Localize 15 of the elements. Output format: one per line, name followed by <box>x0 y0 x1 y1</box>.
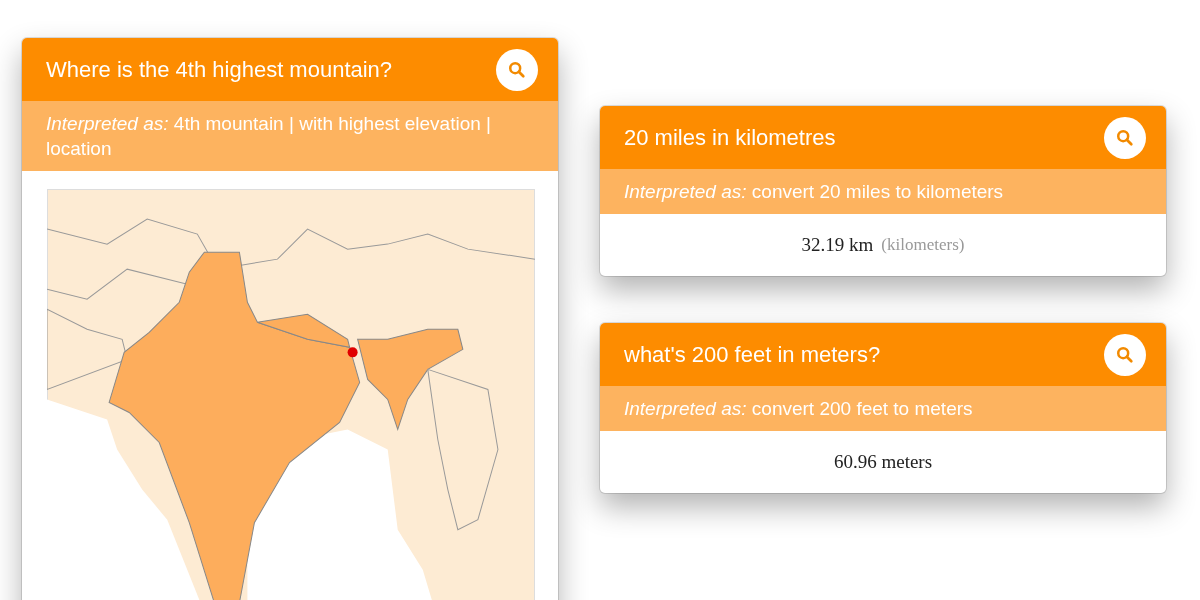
interpretation-text: Interpreted as: convert 200 feet to meters <box>624 398 973 419</box>
search-icon <box>508 60 526 79</box>
search-icon <box>1116 128 1134 147</box>
query-text: what's 200 feet in meters? <box>624 341 881 368</box>
search-button[interactable] <box>1104 116 1146 159</box>
interpretation-text: Interpreted as: convert 20 miles to kilometers <box>624 181 1004 202</box>
result-value: 60.96 meters <box>833 451 933 473</box>
query-text: Where is the 4th highest mountain? <box>46 56 393 83</box>
query-text: 20 miles in kilometres <box>624 124 836 151</box>
search-button[interactable] <box>496 48 538 91</box>
search-button[interactable] <box>1104 333 1146 376</box>
result-value: 32.19 km <box>801 234 874 256</box>
unit-note: (kilometers) <box>881 235 965 255</box>
search-icon <box>1116 345 1134 364</box>
interpretation-text: Interpreted as: 4th mountain | with highest elevation | location <box>46 113 492 159</box>
